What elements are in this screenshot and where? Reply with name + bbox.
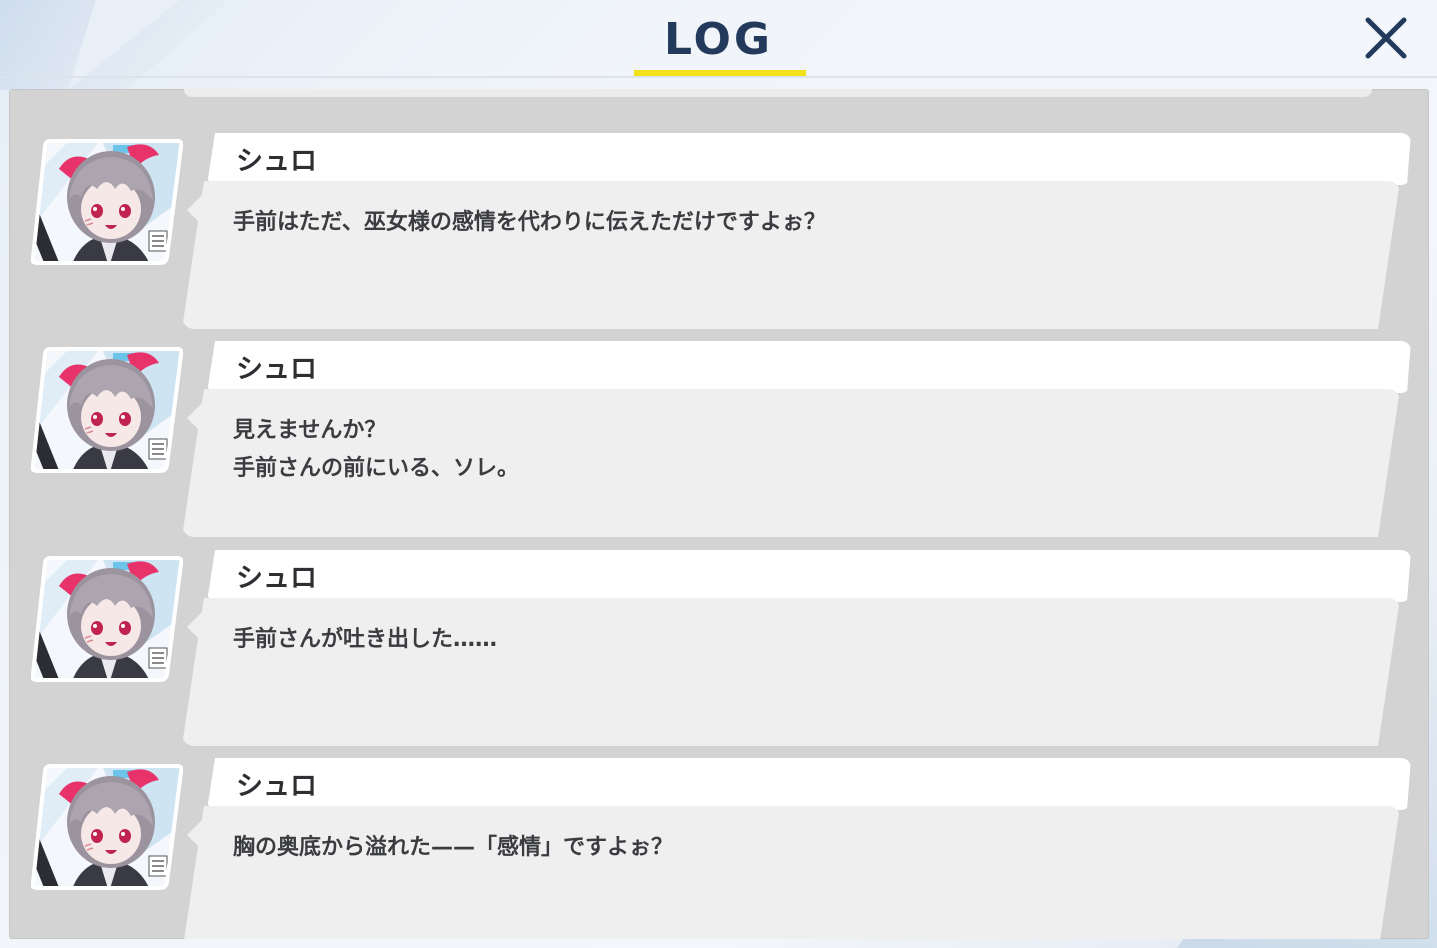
log-entry: シュロ 胸の奥底から溢れた——「感情」ですよぉ？ (9, 736, 1429, 936)
log-header: LOG (0, 0, 1437, 78)
dialogue-pointer (187, 194, 203, 226)
speaker-avatar (31, 139, 183, 267)
header-divider (0, 76, 1437, 78)
speaker-avatar (31, 556, 183, 684)
character-portrait-icon (31, 764, 183, 890)
previous-entry-edge (184, 89, 1372, 97)
dialogue-pointer (187, 402, 203, 434)
dialogue-text: 手前はただ、巫女様の感情を代わりに伝えただけですよぉ？ (233, 210, 826, 235)
log-panel[interactable]: シュロ 手前はただ、巫女様の感情を代わりに伝えただけですよぉ？ シュロ 見えませ… (9, 89, 1429, 939)
dialogue-pointer (187, 819, 203, 851)
log-entry: シュロ 見えませんか？ 手前さんの前にいる、ソレ。 (9, 319, 1429, 519)
character-portrait-icon (31, 139, 183, 265)
log-entry: シュロ 手前はただ、巫女様の感情を代わりに伝えただけですよぉ？ (9, 111, 1429, 311)
speaker-name: シュロ (236, 146, 317, 177)
speaker-name: シュロ (236, 771, 317, 802)
speaker-avatar (31, 347, 183, 475)
character-portrait-icon (31, 556, 183, 682)
speaker-name-bar (207, 758, 1411, 810)
character-portrait-icon (31, 347, 183, 473)
dialogue-text: 胸の奥底から溢れた——「感情」ですよぉ？ (233, 835, 674, 860)
speaker-name: シュロ (236, 354, 317, 385)
close-button[interactable] (1360, 12, 1412, 64)
dialogue-text: 手前さんが吐き出した…… (233, 627, 498, 652)
speaker-name: シュロ (236, 563, 317, 594)
speaker-name-bar (207, 550, 1411, 602)
speaker-avatar (31, 764, 183, 892)
close-icon (1365, 17, 1407, 59)
page-title: LOG (664, 14, 773, 65)
speaker-name-bar (207, 133, 1411, 185)
speaker-name-bar (207, 341, 1411, 393)
dialogue-box (182, 806, 1400, 939)
dialogue-text: 見えませんか？ 手前さんの前にいる、ソレ。 (233, 418, 520, 481)
log-entry: シュロ 手前さんが吐き出した…… (9, 528, 1429, 728)
dialogue-pointer (187, 611, 203, 643)
